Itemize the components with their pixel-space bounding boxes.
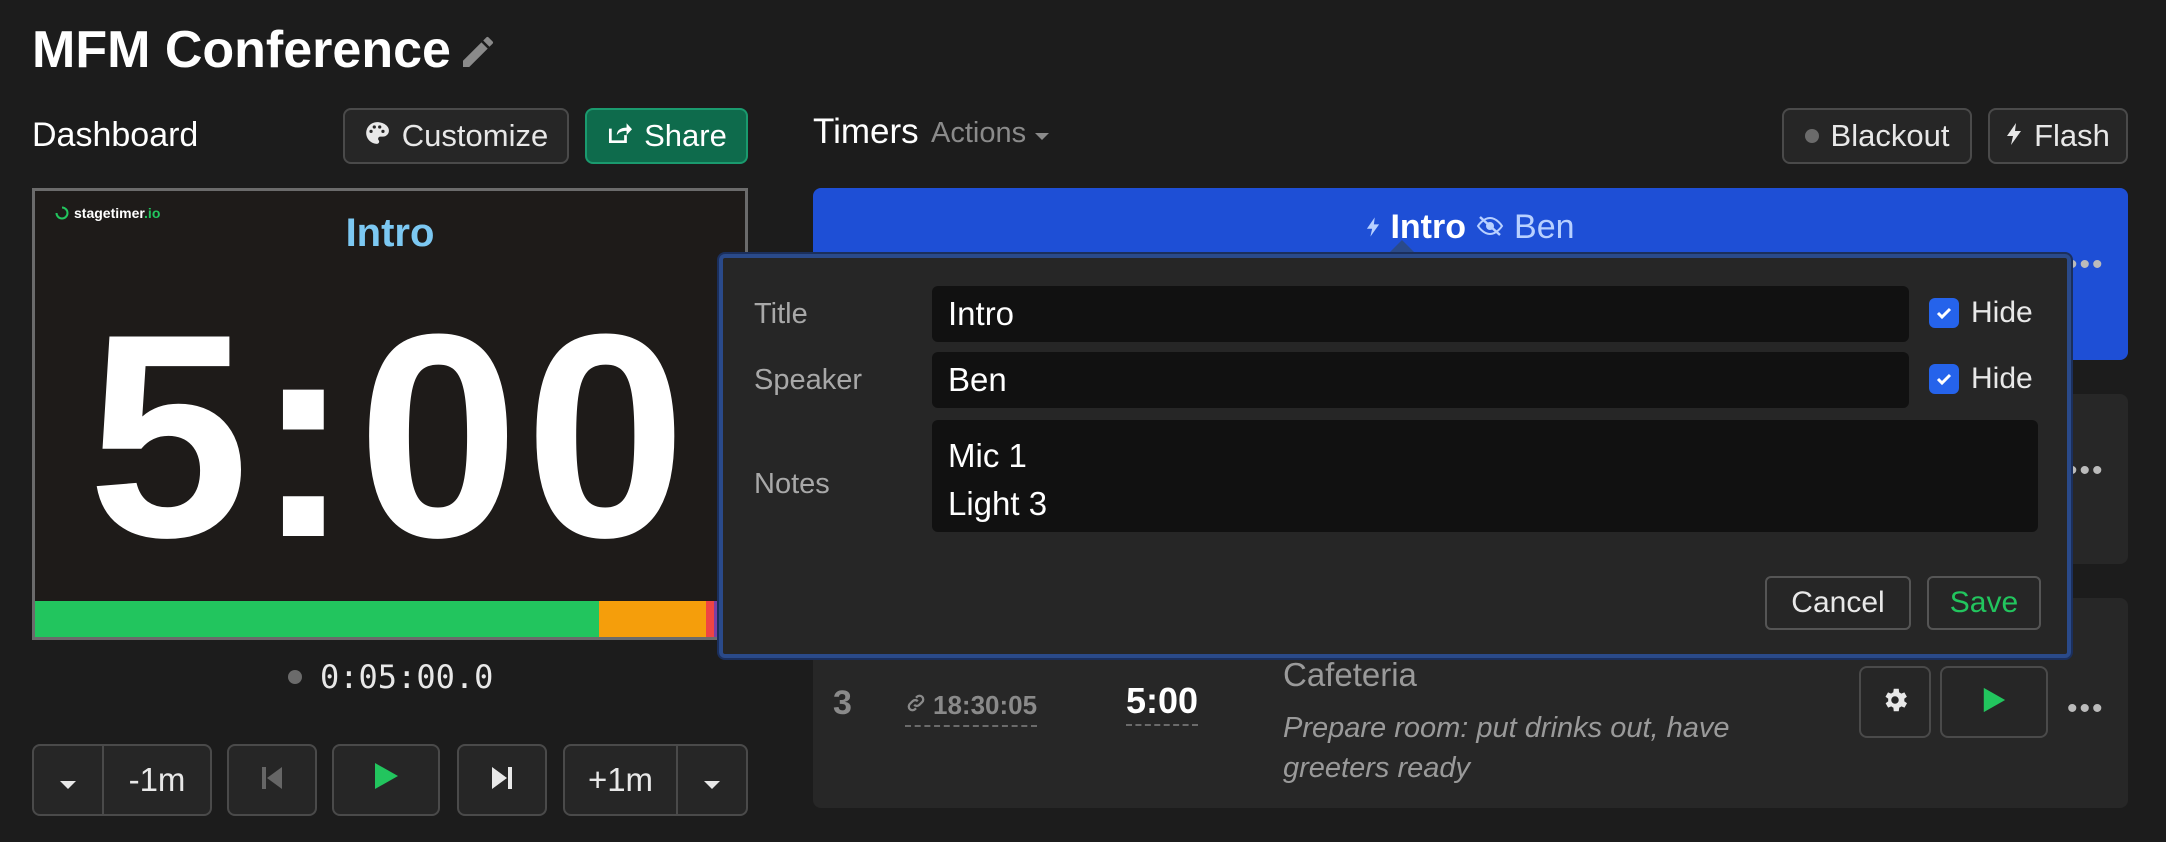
share-button[interactable]: Share	[585, 108, 748, 164]
actions-label: Actions	[931, 117, 1027, 149]
active-timer-header: Intro Ben	[813, 208, 2128, 247]
timer-number: 3	[833, 684, 852, 722]
eye-off-icon	[1476, 208, 1504, 247]
speaker-label: Speaker	[754, 364, 863, 396]
progress-green-segment	[35, 601, 600, 637]
checkbox-checked-icon	[1929, 298, 1959, 328]
flash-label: Flash	[2034, 118, 2110, 153]
play-icon	[372, 761, 400, 799]
customize-label: Customize	[401, 118, 549, 153]
pencil-icon[interactable]	[458, 32, 498, 72]
lightning-icon	[1366, 208, 1380, 247]
timer-preview: stagetimer.io Intro 5:00	[32, 188, 748, 640]
progress-orange-segment	[599, 601, 706, 637]
timer-notes: Prepare room: put drinks out, have greet…	[1283, 712, 1730, 784]
title-input[interactable]: Intro	[932, 286, 1909, 342]
blackout-button[interactable]: Blackout	[1782, 108, 1972, 164]
more-options-icon[interactable]: •••	[2067, 692, 2105, 726]
active-timer-speaker: Ben	[1514, 208, 1575, 246]
minus-group: -1m	[32, 744, 212, 816]
hide-title-checkbox[interactable]: Hide	[1929, 296, 2033, 330]
notes-label: Notes	[754, 468, 830, 500]
preview-title: Intro	[345, 211, 435, 255]
notes-line: Mic 1	[948, 437, 1027, 474]
more-options-icon[interactable]: •••	[2067, 454, 2105, 488]
notes-textarea[interactable]: Mic 1 Light 3	[932, 420, 2038, 532]
progress-bar	[35, 601, 745, 637]
skip-forward-icon	[490, 761, 514, 799]
blackout-label: Blackout	[1830, 118, 1950, 153]
minus-dropdown-button[interactable]	[34, 746, 102, 814]
next-button[interactable]	[457, 744, 547, 816]
hide-speaker-checkbox[interactable]: Hide	[1929, 362, 2033, 396]
hide-speaker-label: Hide	[1971, 362, 2033, 395]
plus-minute-button[interactable]: +1m	[565, 746, 676, 814]
customize-button[interactable]: Customize	[343, 108, 569, 164]
progress-red-segment	[705, 601, 715, 637]
plus-group: +1m	[563, 744, 748, 816]
timers-title: Timers	[813, 112, 919, 151]
timer-start-time[interactable]: 18:30:05	[905, 690, 1038, 727]
blackout-dot-icon	[1804, 129, 1819, 143]
lightning-icon	[2006, 118, 2022, 154]
caret-down-icon	[1034, 117, 1050, 150]
timer-settings-button[interactable]	[1859, 666, 1931, 738]
link-icon	[905, 690, 927, 721]
dashboard-title: Dashboard	[32, 116, 199, 154]
page-title: MFM Conference	[32, 21, 451, 79]
minus-minute-button[interactable]: -1m	[102, 746, 210, 814]
checkbox-checked-icon	[1929, 364, 1959, 394]
play-button[interactable]	[332, 744, 440, 816]
elapsed-time-value: 0:05:00.0	[320, 658, 494, 696]
previous-button[interactable]	[227, 744, 317, 816]
caret-down-icon	[702, 761, 722, 799]
speaker-input[interactable]: Ben	[932, 352, 1909, 408]
status-dot-icon	[288, 670, 302, 684]
actions-dropdown[interactable]: Actions	[931, 117, 1050, 150]
share-icon	[606, 118, 633, 154]
elapsed-time: 0:05:00.0	[288, 658, 493, 696]
plus-dropdown-button[interactable]	[676, 746, 746, 814]
share-label: Share	[644, 118, 727, 153]
more-options-icon[interactable]: •••	[2067, 248, 2105, 282]
hide-title-label: Hide	[1971, 296, 2033, 329]
play-icon	[1981, 686, 2007, 719]
preview-clock: 5:00	[87, 274, 693, 598]
cancel-button[interactable]: Cancel	[1765, 576, 1911, 630]
timer-title: Cafeteria	[1283, 656, 1417, 693]
notes-line: Light 3	[948, 485, 1048, 522]
timer-play-button[interactable]	[1940, 666, 2048, 738]
skip-back-icon	[260, 761, 284, 799]
title-label: Title	[754, 298, 808, 330]
timer-edit-popover: Title Intro Hide Speaker Ben Hide Notes …	[719, 254, 2071, 658]
timer-duration[interactable]: 5:00	[1126, 680, 1199, 726]
gear-icon	[1880, 685, 1910, 720]
save-button[interactable]: Save	[1927, 576, 2041, 630]
caret-down-icon	[58, 761, 78, 799]
palette-icon	[364, 118, 390, 154]
popover-arrow	[1388, 240, 1416, 254]
flash-button[interactable]: Flash	[1988, 108, 2128, 164]
